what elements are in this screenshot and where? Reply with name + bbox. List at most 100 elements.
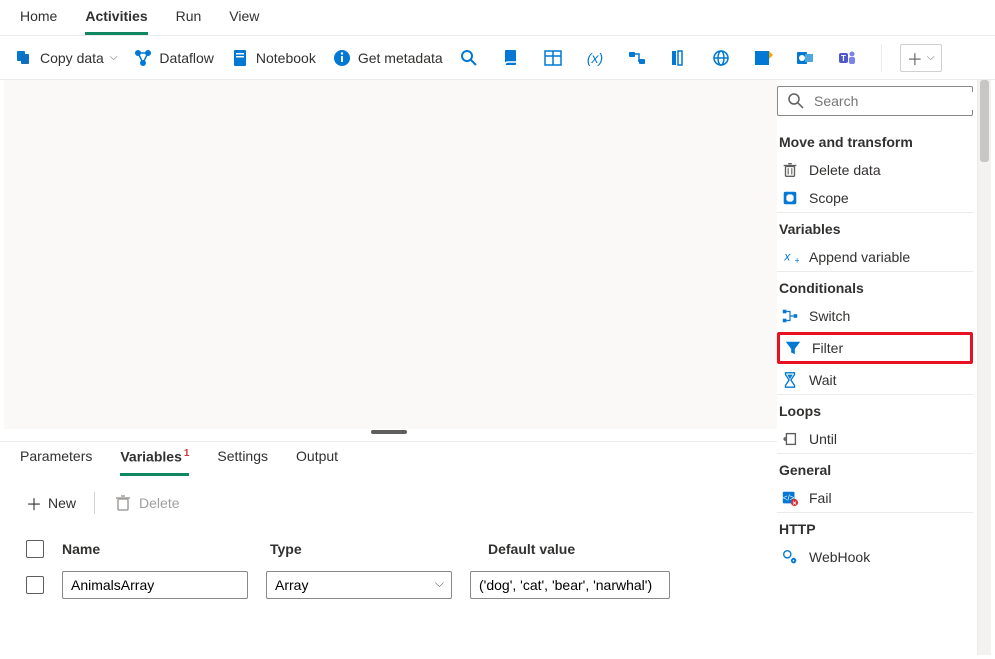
section-loops: Loops <box>777 394 973 425</box>
teams-activity-button[interactable]: T <box>837 48 863 68</box>
fail-icon: </>✕ <box>781 489 799 507</box>
activity-filter[interactable]: Filter <box>782 336 968 360</box>
search-icon <box>786 91 806 111</box>
activity-fail[interactable]: </>✕ Fail <box>777 484 973 512</box>
activity-switch[interactable]: Switch <box>777 302 973 330</box>
section-http: HTTP <box>777 512 973 543</box>
copy-data-label: Copy data <box>40 50 104 66</box>
bottom-panel-tabs: Parameters Variables1 Settings Output <box>0 442 777 477</box>
activity-until[interactable]: Until <box>777 425 973 453</box>
table-icon <box>543 48 563 68</box>
activity-wait[interactable]: Wait <box>777 366 973 394</box>
svg-text:T: T <box>841 54 846 63</box>
variable-type-select[interactable]: Array <box>266 571 452 599</box>
activities-search[interactable] <box>777 86 973 116</box>
pipeline-canvas-area: Parameters Variables1 Settings Output ＋ … <box>0 80 777 659</box>
tab-parameters[interactable]: Parameters <box>20 448 92 476</box>
outlook-icon <box>795 48 815 68</box>
dataflow-button[interactable]: Dataflow <box>133 48 213 68</box>
col-header-default: Default value <box>488 541 688 557</box>
pipeline-canvas[interactable] <box>4 80 777 429</box>
web-activity-button[interactable] <box>711 48 737 68</box>
section-conditionals: Conditionals <box>777 271 973 302</box>
tab-activities[interactable]: Activities <box>85 8 147 35</box>
top-tabs: Home Activities Run View <box>0 0 995 36</box>
activity-label: Switch <box>809 308 850 324</box>
vertical-scrollbar[interactable] <box>977 80 991 655</box>
notebook-button[interactable]: Notebook <box>230 48 316 68</box>
chevron-down-icon: ⌵ <box>110 52 118 63</box>
get-metadata-label: Get metadata <box>358 50 443 66</box>
tab-output[interactable]: Output <box>296 448 338 476</box>
row-checkbox[interactable] <box>26 576 44 594</box>
append-variable-icon: x+ <box>781 248 799 266</box>
svg-text:x: x <box>783 251 791 264</box>
svg-text:✕: ✕ <box>792 501 797 507</box>
activities-panel: Move and transform Delete data Scope Var… <box>777 80 973 659</box>
activity-webhook[interactable]: WebHook <box>777 543 973 571</box>
tab-variables[interactable]: Variables1 <box>120 448 189 476</box>
lookup-activity-button[interactable] <box>543 48 569 68</box>
tab-run[interactable]: Run <box>176 8 202 35</box>
add-activity-button[interactable]: ＋ ⌵ <box>900 44 942 72</box>
set-variable-button[interactable]: (x) <box>585 48 611 68</box>
activity-label: Until <box>809 431 837 447</box>
new-label: New <box>48 495 76 511</box>
section-move-transform: Move and transform <box>777 126 973 156</box>
splitter-handle-icon <box>371 430 407 434</box>
activity-label: Fail <box>809 490 832 506</box>
dataflow-label: Dataflow <box>159 50 213 66</box>
delete-variable-button[interactable]: Delete <box>113 493 179 513</box>
delete-label: Delete <box>139 495 179 511</box>
search-icon <box>459 48 479 68</box>
semantic-model-button[interactable] <box>753 48 779 68</box>
filter-icon <box>784 339 802 357</box>
tab-settings[interactable]: Settings <box>217 448 268 476</box>
trash-icon <box>781 161 799 179</box>
section-variables: Variables <box>777 212 973 243</box>
teams-icon: T <box>837 48 857 68</box>
pipeline-activity-button[interactable] <box>627 48 653 68</box>
info-icon <box>332 48 352 68</box>
pipeline-icon <box>627 48 647 68</box>
switch-icon <box>781 307 799 325</box>
procedure-icon <box>669 48 689 68</box>
activity-label: Append variable <box>809 249 910 265</box>
panel-splitter[interactable] <box>0 429 777 441</box>
svg-text:(x): (x) <box>586 50 602 66</box>
until-icon <box>781 430 799 448</box>
script-activity-button[interactable] <box>501 48 527 68</box>
copy-data-button[interactable]: Copy data ⌵ <box>14 48 117 68</box>
tab-home[interactable]: Home <box>20 8 57 35</box>
hourglass-icon <box>781 371 799 389</box>
svg-text:+: + <box>795 255 800 265</box>
trash-icon <box>113 493 133 513</box>
section-general: General <box>777 453 973 484</box>
activity-delete-data[interactable]: Delete data <box>777 156 973 184</box>
get-metadata-button[interactable]: Get metadata <box>332 48 443 68</box>
activities-search-input[interactable] <box>812 92 995 110</box>
new-variable-button[interactable]: ＋ New <box>26 491 76 515</box>
activity-label: Delete data <box>809 162 881 178</box>
search-activities-button[interactable] <box>459 48 485 68</box>
activities-toolbar: Copy data ⌵ Dataflow Notebook Get metada… <box>0 36 995 80</box>
outlook-activity-button[interactable] <box>795 48 821 68</box>
col-header-type: Type <box>270 541 470 557</box>
stored-procedure-button[interactable] <box>669 48 695 68</box>
tab-view[interactable]: View <box>229 8 259 35</box>
variable-name-input[interactable] <box>62 571 248 599</box>
highlight-filter: Filter <box>777 332 973 364</box>
select-all-checkbox[interactable] <box>26 540 44 558</box>
copy-data-icon <box>14 48 34 68</box>
variable-default-input[interactable] <box>470 571 670 599</box>
plus-icon: ＋ <box>907 46 923 70</box>
chevron-down-icon: ⌵ <box>927 52 935 63</box>
variable-icon: (x) <box>585 48 605 68</box>
activity-scope[interactable]: Scope <box>777 184 973 212</box>
notebook-icon <box>230 48 250 68</box>
scrollbar-thumb[interactable] <box>980 80 989 162</box>
globe-icon <box>711 48 731 68</box>
activity-append-variable[interactable]: x+ Append variable <box>777 243 973 271</box>
activity-label: WebHook <box>809 549 870 565</box>
activity-label: Scope <box>809 190 849 206</box>
